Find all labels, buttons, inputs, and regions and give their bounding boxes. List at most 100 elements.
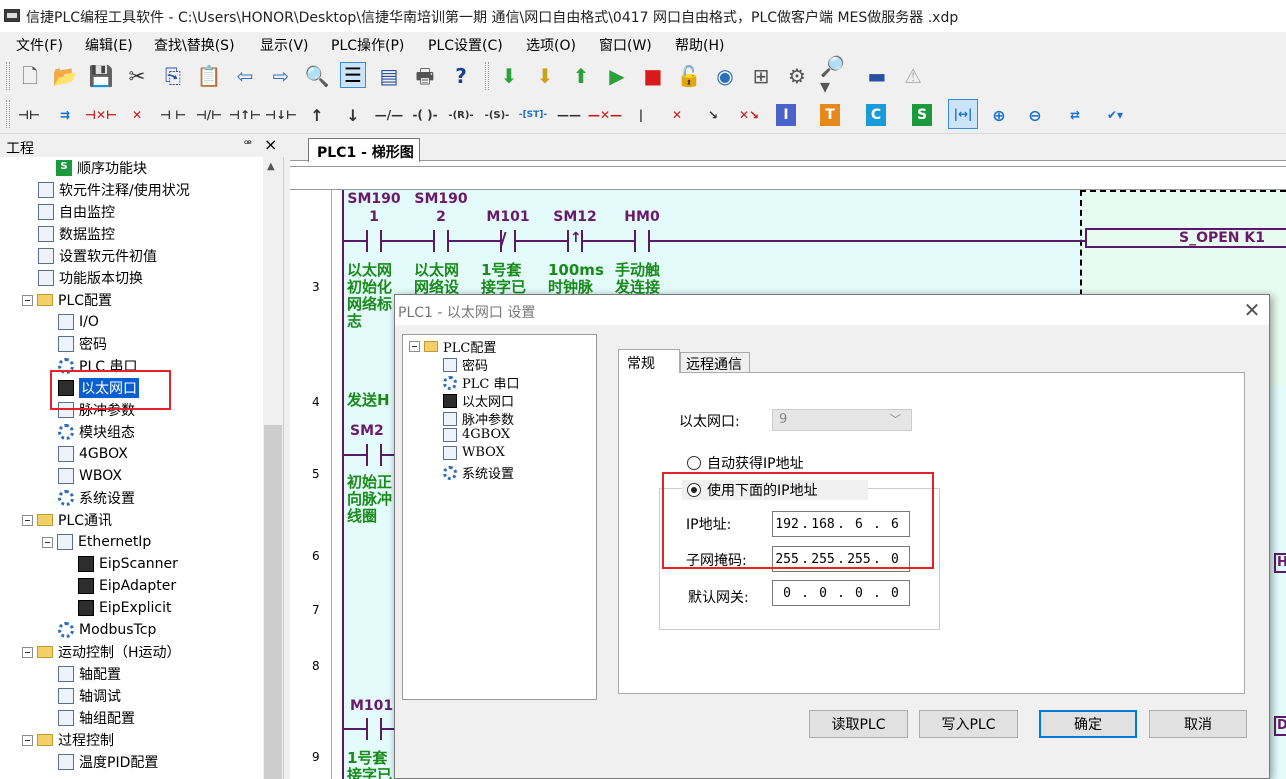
parallel-contact-icon[interactable]: ⇉ xyxy=(50,103,80,127)
collapse-icon[interactable] xyxy=(22,514,33,526)
menu-options[interactable]: 选项(O) xyxy=(526,35,576,55)
paste-icon[interactable]: 📋 xyxy=(196,63,222,89)
collapse-icon[interactable] xyxy=(22,294,33,306)
ladder-view-icon[interactable]: ☰ xyxy=(340,62,366,88)
contact-symbol[interactable] xyxy=(447,230,449,252)
zoom-dropdown-icon[interactable]: 🔎▾ xyxy=(820,56,846,96)
tree-item[interactable]: 模块组态 xyxy=(58,421,135,443)
arrow-left-icon[interactable]: ⇦ xyxy=(232,63,258,89)
stop-icon[interactable]: ■ xyxy=(640,63,666,89)
scan-icon[interactable]: ⊞ xyxy=(748,63,774,89)
parallel-closed-icon[interactable]: ⊣↓⊢ xyxy=(265,103,297,127)
tree-item[interactable]: 系统设置 xyxy=(58,487,135,509)
tree-item[interactable]: PLC通讯 xyxy=(22,509,112,531)
draw-line-icon[interactable]: ↘ xyxy=(698,103,728,127)
radio-auto-ip-label[interactable]: 自动获得IP地址 xyxy=(707,453,804,473)
tree-item[interactable]: WBOX xyxy=(58,465,122,487)
menu-plc-operation[interactable]: PLC操作(P) xyxy=(331,35,404,55)
settings-icon[interactable]: ⚙ xyxy=(784,63,810,89)
contact-symbol[interactable] xyxy=(380,718,382,740)
collapse-icon[interactable] xyxy=(42,536,53,548)
collapse-icon[interactable] xyxy=(22,646,33,658)
warning-icon[interactable]: ⚠ xyxy=(900,63,926,89)
tab-ladder[interactable]: PLC1 - 梯形图 xyxy=(308,138,420,162)
coil-instruction[interactable]: S_OPEN K1 xyxy=(1085,228,1286,248)
tree-item[interactable]: 软元件注释/使用状况 xyxy=(38,179,190,201)
toolbar-grip[interactable] xyxy=(485,62,489,90)
fit-width-icon[interactable]: |↔| xyxy=(948,99,978,129)
instruction-list-icon[interactable]: ▤ xyxy=(376,63,402,89)
contact-open-icon[interactable]: ⊣ ⊢ xyxy=(158,103,188,127)
compile-check-icon[interactable]: ✔▾ xyxy=(1100,103,1130,127)
parallel-open-icon[interactable]: ⊣↑⊢ xyxy=(229,103,261,127)
open-folder-icon[interactable]: 📂 xyxy=(52,63,78,89)
menu-view[interactable]: 显示(V) xyxy=(260,35,309,55)
tree-item[interactable]: 自由监控 xyxy=(38,201,115,223)
delete-parallel-icon[interactable]: ✕ xyxy=(122,103,152,127)
close-panel-icon[interactable]: × xyxy=(264,135,277,154)
tree-item[interactable]: EthernetIp xyxy=(42,531,151,553)
tree-item[interactable]: 功能版本切换 xyxy=(38,267,143,289)
tree-item[interactable]: 轴调试 xyxy=(58,685,121,707)
collapse-icon[interactable] xyxy=(22,734,33,746)
tree-item[interactable]: I/O xyxy=(58,311,99,333)
dialog-tree-item[interactable]: 密码 xyxy=(443,355,488,374)
comm-port-icon[interactable]: ▬ xyxy=(864,63,890,89)
download-icon[interactable]: ⬇ xyxy=(496,63,522,89)
rising-edge-icon[interactable]: ↑ xyxy=(302,103,332,127)
contact-symbol[interactable] xyxy=(514,230,516,252)
falling-edge-icon[interactable]: ↓ xyxy=(338,103,368,127)
menu-window[interactable]: 窗口(W) xyxy=(599,35,652,55)
pin-icon[interactable]: ꟹ xyxy=(244,137,252,151)
new-file-icon[interactable]: 🗋 xyxy=(17,63,43,89)
cancel-button[interactable]: 取消 xyxy=(1149,710,1247,738)
tree-item[interactable]: EipAdapter xyxy=(78,575,176,597)
tree-item[interactable]: 密码 xyxy=(58,333,107,355)
dialog-tree-item[interactable]: WBOX xyxy=(443,445,505,460)
contact-no-icon[interactable]: ⊣⊢ xyxy=(14,103,44,127)
tree-item[interactable]: EipExplicit xyxy=(78,597,172,619)
cut-icon[interactable]: ✂ xyxy=(124,63,150,89)
insert-s-button[interactable]: S xyxy=(912,104,932,126)
reset-coil-icon[interactable]: -(R)- xyxy=(446,103,476,127)
dialog-tree-item[interactable]: PLC配置 xyxy=(409,337,496,356)
menu-file[interactable]: 文件(F) xyxy=(16,35,63,55)
write-plc-button[interactable]: 写入PLC xyxy=(919,710,1018,738)
collapse-icon[interactable] xyxy=(409,341,420,352)
tree-item[interactable]: PLC配置 xyxy=(22,289,112,311)
dialog-close-icon[interactable]: ✕ xyxy=(1240,298,1264,322)
arrow-right-icon[interactable]: ⇨ xyxy=(268,63,294,89)
ok-button[interactable]: 确定 xyxy=(1039,710,1137,738)
dialog-tree-item[interactable]: 以太网口 xyxy=(443,391,514,410)
tree-item[interactable]: 轴配置 xyxy=(58,663,121,685)
dialog-tree-item[interactable]: PLC 串口 xyxy=(443,373,519,392)
read-plc-button[interactable]: 读取PLC xyxy=(809,710,908,738)
hline-icon[interactable]: —— xyxy=(554,103,584,127)
tree-item[interactable]: 温度PID配置 xyxy=(58,751,158,773)
tree-item[interactable]: 轴组配置 xyxy=(58,707,135,729)
print-icon[interactable]: 🖶 xyxy=(412,63,438,89)
contact-symbol[interactable] xyxy=(380,444,382,466)
download-lock-icon[interactable]: ⬇ xyxy=(532,63,558,89)
contact-closed-icon[interactable]: ⊣/⊢ xyxy=(194,103,224,127)
help-icon[interactable]: ? xyxy=(448,63,474,89)
coil-icon[interactable]: -( )- xyxy=(410,103,440,127)
save-icon[interactable]: 💾 xyxy=(88,63,114,89)
dialog-tree-item[interactable]: 系统设置 xyxy=(443,463,514,482)
radio-auto-ip[interactable] xyxy=(687,456,701,470)
delete-hline-icon[interactable]: —✕— xyxy=(588,103,622,127)
lock-icon[interactable]: 🔓 xyxy=(676,63,702,89)
tree-item[interactable]: 数据监控 xyxy=(38,223,115,245)
scroll-up-icon[interactable]: ▲ xyxy=(267,161,275,172)
monitor-icon[interactable]: ◉ xyxy=(712,63,738,89)
zoom-out-icon[interactable]: ⊖ xyxy=(1020,103,1050,127)
tree-item[interactable]: EipScanner xyxy=(78,553,178,575)
find-icon[interactable]: 🔍 xyxy=(304,63,330,89)
toolbar-grip[interactable] xyxy=(6,100,10,128)
tab-remote-comm[interactable]: 远程通信 xyxy=(680,352,750,373)
tree-item[interactable]: 4GBOX xyxy=(58,443,128,465)
contact-symbol[interactable] xyxy=(380,230,382,252)
delete-vline-icon[interactable]: ✕ xyxy=(662,103,692,127)
scrollbar-thumb[interactable] xyxy=(264,425,282,779)
zoom-in-icon[interactable]: ⊕ xyxy=(984,103,1014,127)
